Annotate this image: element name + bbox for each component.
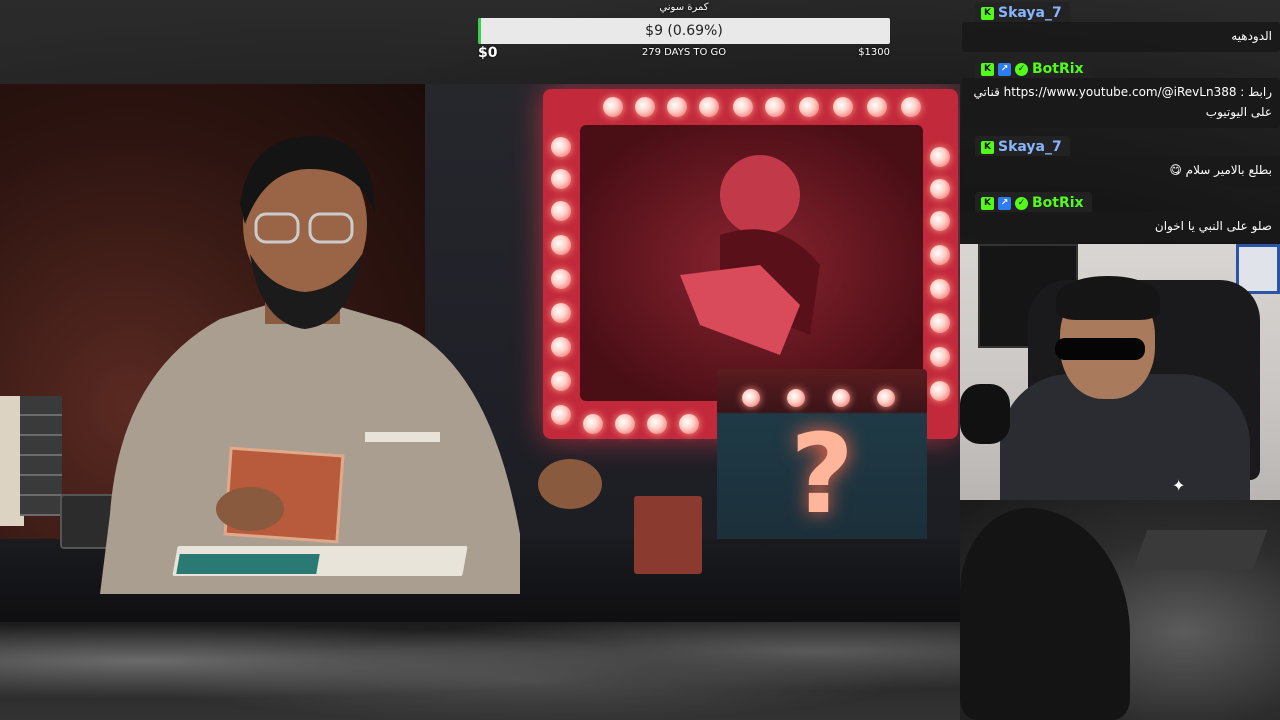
chat-panel: K Skaya_7 الدودهيه K ↗ ✓ BotRix رابط : https://… — [960, 0, 1280, 244]
chat-message-text: الدودهيه — [962, 22, 1280, 52]
marquee-bulb — [930, 313, 950, 333]
hoodie-logo-icon: ✦ — [1172, 476, 1186, 495]
marquee-bulb — [867, 97, 887, 117]
pen-cup — [634, 496, 702, 574]
kick-badge-icon: K — [981, 196, 994, 210]
marquee-bulb — [930, 381, 950, 401]
donation-goal-widget: كمرة سوني $9 (0.69%) $0 279 DAYS TO GO $… — [478, 0, 890, 62]
marquee-bulb — [799, 97, 819, 117]
goal-progress-bar: $9 (0.69%) — [478, 18, 890, 44]
chat-username[interactable]: BotRix — [1032, 61, 1084, 77]
bot-badge-icon: ↗ — [998, 196, 1011, 210]
marquee-bulb — [930, 279, 950, 299]
kick-badge-icon: K — [981, 6, 994, 20]
chat-username-pill[interactable]: K Skaya_7 — [975, 136, 1070, 158]
chat-username[interactable]: Skaya_7 — [998, 5, 1062, 21]
question-mark-icon: ? — [790, 410, 854, 538]
marquee-bulb — [930, 211, 950, 231]
scenery-cliff — [960, 508, 1130, 720]
marquee-bulb — [833, 97, 853, 117]
chat-username-pill[interactable]: K ↗ ✓ BotRix — [975, 58, 1092, 80]
chat-message-text: بطلع بالامير سلام 😋 — [962, 156, 1280, 186]
box-bulb — [832, 389, 850, 407]
box-bulb — [877, 389, 895, 407]
marquee-bulb — [930, 245, 950, 265]
marquee-bulb — [930, 147, 950, 167]
verified-badge-icon: ✓ — [1015, 62, 1028, 76]
sunglasses-icon — [1055, 338, 1145, 360]
goal-title: كمرة سوني — [659, 2, 709, 13]
webcam-feed: ✦ — [960, 244, 1280, 500]
kick-badge-icon: K — [981, 140, 994, 154]
marquee-bulb — [699, 97, 719, 117]
chat-message-text: رابط : https://www.youtube.com/@iRevLn38… — [962, 78, 1280, 128]
background-smoke — [0, 622, 960, 720]
marquee-bulb — [635, 97, 655, 117]
marquee-bulb — [930, 179, 950, 199]
goal-days-left: 279 DAYS TO GO — [641, 47, 727, 58]
kick-badge-icon: K — [981, 62, 994, 76]
chat-username[interactable]: BotRix — [1032, 195, 1084, 211]
marquee-bulb — [647, 414, 667, 434]
marquee-bulb — [901, 97, 921, 117]
box-bulb — [787, 389, 805, 407]
chat-username-pill[interactable]: K Skaya_7 — [975, 2, 1070, 24]
goal-amount: $9 (0.69%) — [645, 23, 723, 39]
game-scenery — [960, 500, 1280, 720]
stream-overlay: كمرة سوني $9 (0.69%) $0 279 DAYS TO GO $… — [0, 0, 1280, 720]
marquee-bulb — [765, 97, 785, 117]
verified-badge-icon: ✓ — [1015, 196, 1028, 210]
microphone-icon — [960, 384, 1010, 444]
marquee-screen — [580, 125, 923, 401]
box-bulb — [742, 389, 760, 407]
marquee-bulb — [733, 97, 753, 117]
bot-badge-icon: ↗ — [998, 62, 1011, 76]
streamer-hair — [1056, 276, 1160, 320]
tape-stack — [20, 396, 62, 516]
chat-username-pill[interactable]: K ↗ ✓ BotRix — [975, 192, 1092, 214]
chat-message-text: صلو على النبي يا اخوان — [962, 212, 1280, 242]
mystery-screen-art — [680, 155, 820, 355]
main-video-frame[interactable]: ? — [0, 84, 960, 622]
marquee-bulb — [930, 347, 950, 367]
goal-target-label: $1300 — [858, 47, 890, 58]
presenter — [100, 135, 602, 594]
marquee-bulb — [667, 97, 687, 117]
notebook-cover — [176, 554, 320, 574]
chat-username[interactable]: Skaya_7 — [998, 139, 1062, 155]
marquee-bulb — [679, 414, 699, 434]
scenery-rock — [1132, 530, 1268, 570]
